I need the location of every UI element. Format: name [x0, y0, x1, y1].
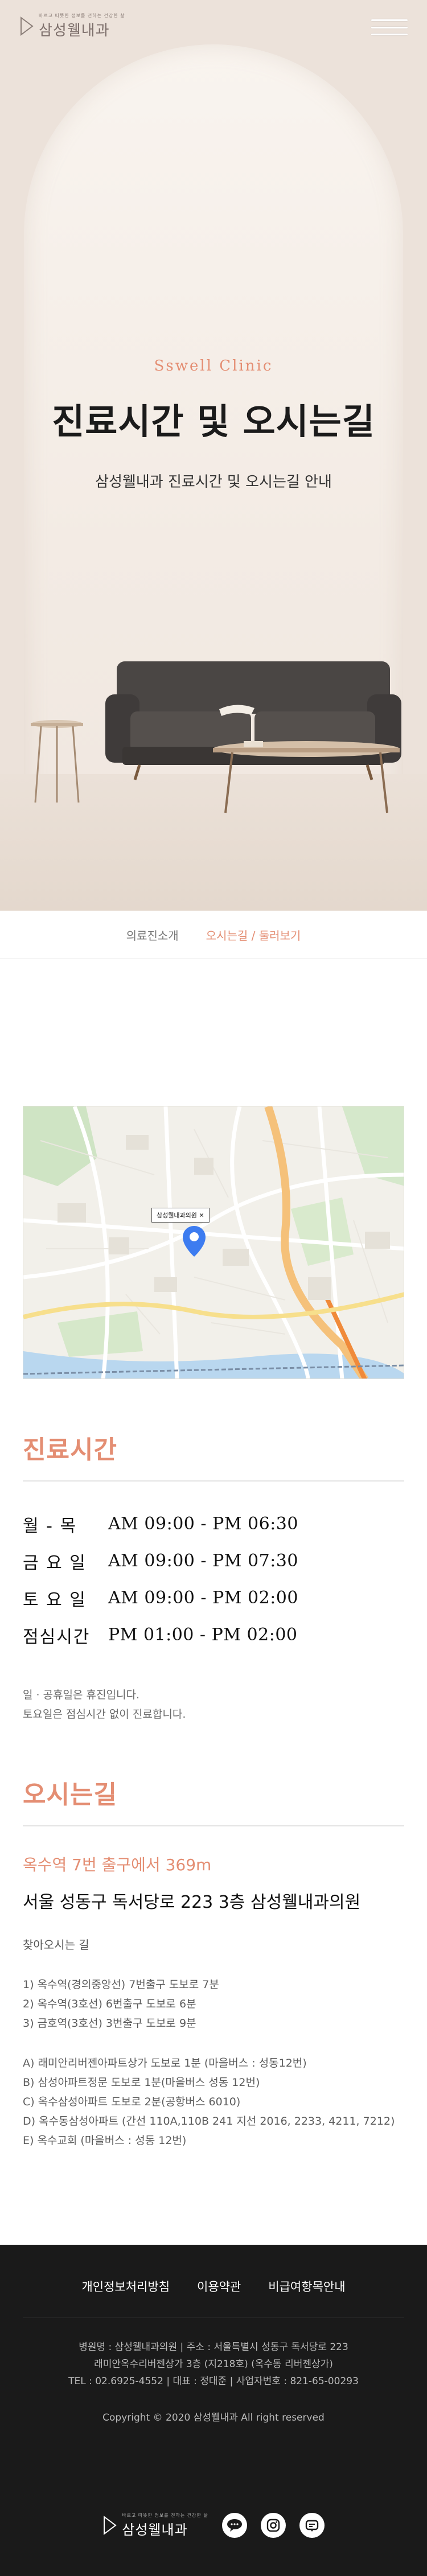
site-header: 바르고 따뜻한 정보를 전하는 건강한 삶 삼성웰내과 [0, 0, 427, 55]
menu-hamburger-button[interactable] [371, 19, 408, 35]
hours-time: PM 01:00 - PM 02:00 [108, 1625, 298, 1645]
non-covered-items-link[interactable]: 비급여항목안내 [268, 2278, 345, 2295]
logo-triangle-icon [20, 17, 34, 36]
hours-time: AM 09:00 - PM 07:30 [108, 1551, 298, 1571]
hamburger-line [371, 34, 408, 35]
hours-row: 월 - 목 AM 09:00 - PM 06:30 [23, 1505, 404, 1542]
subway-direction-item: 3) 금호역(3호선) 3번출구 도보로 9분 [23, 2017, 196, 2030]
subway-direction-item: 2) 옥수역(3호선) 6번출구 도보로 6분 [23, 1998, 196, 2010]
directions-subtitle: 옥수역 7번 출구에서 369m [23, 1855, 212, 1874]
footer-links: 개인정보처리방침 이용약관 비급여항목안내 [0, 2245, 427, 2295]
kakaotalk-button[interactable] [221, 2513, 247, 2538]
hero-section: 바르고 따뜻한 정보를 전하는 건강한 삶 삼성웰내과 Sswell Clini… [0, 0, 427, 911]
hours-section: 진료시간 월 - 목 AM 09:00 - PM 06:30 금 요 일 AM … [0, 1429, 427, 1724]
logo-tagline: 바르고 따뜻한 정보를 전하는 건강한 삶 [39, 13, 125, 18]
footer-logo[interactable]: 바르고 따뜻한 정보를 전하는 건강한 삶 삼성웰내과 [102, 2512, 208, 2538]
hamburger-line [371, 26, 408, 28]
bus-direction-item: E) 옥수교회 (마을버스 : 성동 12번) [23, 2134, 187, 2147]
subway-direction-item: 1) 옥수역(경의중앙선) 7번출구 도보로 7분 [23, 1978, 219, 1991]
section-divider [23, 1480, 404, 1482]
bus-direction-item: D) 옥수동삼성아파트 (간선 110A,110B 241 지선 2016, 2… [23, 2115, 395, 2128]
directions-title: 오시는길 [23, 1780, 117, 1809]
blog-button[interactable] [299, 2513, 325, 2538]
hours-day: 토 요 일 [23, 1590, 87, 1610]
hours-time: AM 09:00 - PM 02:00 [108, 1588, 298, 1608]
hours-day: 점심시간 [23, 1627, 91, 1647]
site-footer: 개인정보처리방침 이용약관 비급여항목안내 병원명 : 삼성웰내과의원 | 주소… [0, 2245, 427, 2576]
logo-name: 삼성웰내과 [39, 22, 110, 39]
footer-info-line: 병원명 : 삼성웰내과의원 | 주소 : 서울특별시 성동구 독서당로 223 [79, 2342, 348, 2353]
map-place-label[interactable]: 삼성웰내과의원 ✕ [151, 1208, 210, 1223]
hours-day: 금 요 일 [23, 1553, 87, 1573]
directions-section: 오시는길 옥수역 7번 출구에서 369m 서울 성동구 독서당로 223 3층… [0, 1774, 427, 2150]
logo-tagline: 바르고 따뜻한 정보를 전하는 건강한 삶 [122, 2513, 208, 2518]
footer-bottom: 바르고 따뜻한 정보를 전하는 건강한 삶 삼성웰내과 [0, 2512, 427, 2538]
blog-icon [305, 2520, 318, 2532]
bus-directions-list: A) 래미안리버젠아파트상가 도보로 1분 (마을버스 : 성동12번) B) … [23, 2054, 404, 2150]
hours-day: 월 - 목 [23, 1516, 77, 1536]
section-divider [23, 1825, 404, 1826]
bus-direction-item: A) 래미안리버젠아파트상가 도보로 1분 (마을버스 : 성동12번) [23, 2057, 307, 2069]
hours-notes: 일 · 공휴일은 휴진입니다. 토요일은 점심시간 없이 진료합니다. [23, 1685, 404, 1724]
logo-text: 바르고 따뜻한 정보를 전하는 건강한 삶 삼성웰내과 [122, 2512, 208, 2538]
instagram-button[interactable] [260, 2513, 286, 2538]
hours-row: 점심시간 PM 01:00 - PM 02:00 [23, 1616, 404, 1653]
coffee-table-illustration [213, 741, 400, 813]
page-title: 진료시간 및 오시는길 [52, 401, 375, 442]
hero-description: 삼성웰내과 진료시간 및 오시는길 안내 [95, 474, 332, 491]
subway-directions-list: 1) 옥수역(경의중앙선) 7번출구 도보로 7분 2) 옥수역(3호선) 6번… [23, 1975, 404, 2033]
kakaotalk-icon [227, 2519, 242, 2532]
side-table-illustration [31, 720, 83, 803]
clinic-address: 서울 성동구 독서당로 223 3층 삼성웰내과의원 [23, 1892, 361, 1912]
hours-row: 토 요 일 AM 09:00 - PM 02:00 [23, 1579, 404, 1616]
footer-info: 병원명 : 삼성웰내과의원 | 주소 : 서울특별시 성동구 독서당로 223 … [0, 2339, 427, 2390]
bus-direction-item: C) 옥수삼성아파트 도보로 2분(공항버스 6010) [23, 2096, 241, 2108]
hours-row: 금 요 일 AM 09:00 - PM 07:30 [23, 1542, 404, 1579]
privacy-policy-link[interactable]: 개인정보처리방침 [81, 2278, 170, 2295]
terms-link[interactable]: 이용약관 [197, 2278, 241, 2295]
directions-label: 찾아오시는 길 [23, 1938, 89, 1952]
logo-triangle-icon [104, 2516, 117, 2535]
footer-info-line: 래미안옥수리버젠상가 3층 (지218호) (옥수동 리버젠상가) [94, 2359, 333, 2370]
logo-text: 바르고 따뜻한 정보를 전하는 건강한 삶 삼성웰내과 [39, 13, 125, 40]
hours-time: AM 09:00 - PM 06:30 [108, 1514, 298, 1534]
bus-direction-item: B) 삼성아파트정문 도보로 1분(마을버스 성동 12번) [23, 2076, 260, 2089]
footer-info-line: TEL : 02.6925-4552 | 대표 : 정대준 | 사업자번호 : … [68, 2376, 359, 2387]
hours-note: 토요일은 점심시간 없이 진료합니다. [23, 1708, 186, 1721]
breadcrumb-current-link[interactable]: 오시는길 / 둘러보기 [206, 927, 301, 943]
hero-english-title: Sswell Clinic [154, 357, 273, 375]
map-canvas [23, 1106, 404, 1378]
breadcrumb: 의료진소개 오시는길 / 둘러보기 [0, 911, 427, 959]
logo-name: 삼성웰내과 [122, 2522, 188, 2538]
hours-title: 진료시간 [23, 1435, 117, 1464]
hamburger-line [371, 19, 408, 21]
copyright: Copyright © 2020 삼성웰내과 All right reserve… [102, 2412, 325, 2423]
instagram-icon [266, 2519, 280, 2532]
hours-note: 일 · 공휴일은 휴진입니다. [23, 1689, 139, 1701]
hours-list: 월 - 목 AM 09:00 - PM 06:30 금 요 일 AM 09:00… [23, 1505, 404, 1653]
site-logo[interactable]: 바르고 따뜻한 정보를 전하는 건강한 삶 삼성웰내과 [19, 13, 125, 40]
location-map[interactable]: 삼성웰내과의원 ✕ [23, 1106, 404, 1379]
breadcrumb-doctor-intro-link[interactable]: 의료진소개 [126, 927, 179, 943]
